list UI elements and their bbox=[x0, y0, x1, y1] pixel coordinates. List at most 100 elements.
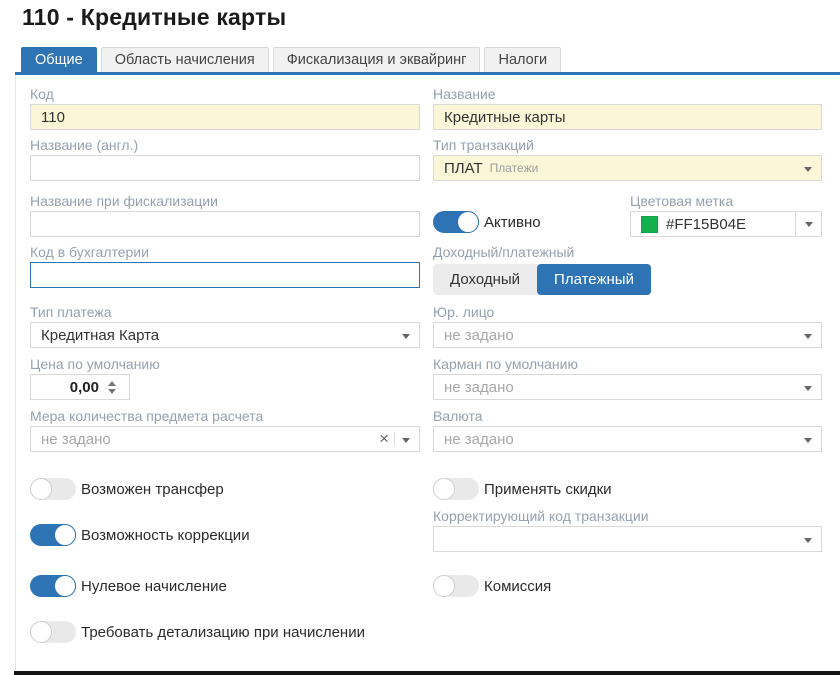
kod-label: Код bbox=[30, 86, 420, 102]
toggle-knob bbox=[30, 621, 52, 643]
karman-select[interactable]: не задано bbox=[433, 374, 822, 400]
valyuta-select[interactable]: не задано bbox=[433, 426, 822, 452]
nazvanie-label: Название bbox=[433, 86, 822, 102]
cvetovaya-metka-select[interactable]: #FF15B04E bbox=[630, 211, 822, 237]
kod-input-box bbox=[30, 104, 420, 130]
tab-obschie[interactable]: Общие bbox=[21, 47, 97, 72]
detalizaciya-toggle[interactable] bbox=[30, 621, 76, 643]
nazvanie-input-box bbox=[433, 104, 822, 130]
toggle-row-nulevoe: Нулевое начисление bbox=[30, 575, 420, 597]
field-nazvanie: Название bbox=[433, 86, 822, 130]
nazvanie-angl-input-box bbox=[30, 155, 420, 181]
field-kod-buh: Код в бухгалтерии bbox=[30, 244, 420, 288]
field-dohod-platezh: Доходный/платежный Доходный Платежный bbox=[433, 244, 822, 295]
clear-icon[interactable]: × bbox=[379, 430, 389, 448]
toggle-row-komissiya: Комиссия bbox=[433, 575, 822, 597]
kod-input[interactable] bbox=[41, 109, 409, 126]
segment-platezhny[interactable]: Платежный bbox=[537, 264, 651, 295]
korrekcia-toggle-label: Возможность коррекции bbox=[81, 527, 250, 544]
dropdown-arrow-icon bbox=[804, 538, 812, 543]
skidki-toggle[interactable] bbox=[433, 478, 479, 500]
field-cena: Цена по умолчанию 0,00 bbox=[30, 356, 420, 400]
toggle-knob bbox=[457, 211, 479, 233]
valyuta-placeholder: не задано bbox=[444, 431, 514, 448]
kod-buh-label: Код в бухгалтерии bbox=[30, 244, 420, 260]
dropdown-arrow-icon bbox=[805, 222, 813, 227]
toggle-row-detalizaciya: Требовать детализацию при начислении bbox=[30, 621, 450, 643]
tip-tranzakcij-value: ПЛАТ bbox=[444, 160, 483, 177]
tip-tranzakcij-select[interactable]: ПЛАТ Платежи bbox=[433, 155, 822, 181]
dropdown-arrow-icon[interactable] bbox=[804, 167, 812, 172]
tab-underline bbox=[15, 72, 840, 75]
toggle-knob bbox=[30, 478, 52, 500]
tip-tranzakcij-label: Тип транзакций bbox=[433, 137, 822, 153]
toggle-row-korrekcia: Возможность коррекции bbox=[30, 524, 420, 546]
tip-platezha-select[interactable]: Кредитная Карта bbox=[30, 322, 420, 348]
segment-dohodny[interactable]: Доходный bbox=[433, 264, 537, 295]
cvetovaya-metka-dropdown-button[interactable] bbox=[795, 212, 821, 236]
detalizaciya-toggle-label: Требовать детализацию при начислении bbox=[81, 624, 365, 641]
korrekcia-toggle[interactable] bbox=[30, 524, 76, 546]
nazvanie-angl-label: Название (англ.) bbox=[30, 137, 420, 153]
korr-kod-select[interactable] bbox=[433, 526, 822, 552]
nazvanie-fisk-label: Название при фискализации bbox=[30, 193, 420, 209]
toggle-row-transfer: Возможен трансфер bbox=[30, 478, 420, 500]
cvetovaya-metka-label: Цветовая метка bbox=[630, 193, 822, 209]
nazvanie-angl-input[interactable] bbox=[41, 160, 409, 177]
tip-platezha-value: Кредитная Карта bbox=[41, 327, 159, 344]
kod-buh-input-box bbox=[30, 262, 420, 288]
nulevoe-toggle-label: Нулевое начисление bbox=[81, 578, 227, 595]
toggle-knob bbox=[54, 575, 76, 597]
panel-left-border bbox=[15, 75, 16, 671]
kod-buh-input[interactable] bbox=[41, 267, 409, 284]
dohod-platezh-segmented: Доходный Платежный bbox=[433, 264, 651, 295]
yur-lico-select[interactable]: не задано bbox=[433, 322, 822, 348]
valyuta-label: Валюта bbox=[433, 408, 822, 424]
dropdown-arrow-icon[interactable] bbox=[402, 438, 410, 443]
cena-spinner[interactable]: 0,00 bbox=[30, 374, 130, 400]
aktivno-toggle-label: Активно bbox=[484, 214, 541, 231]
field-valyuta: Валюта не задано bbox=[433, 408, 822, 452]
komissiya-toggle[interactable] bbox=[433, 575, 479, 597]
dropdown-arrow-icon bbox=[402, 334, 410, 339]
nulevoe-toggle[interactable] bbox=[30, 575, 76, 597]
aktivno-toggle[interactable] bbox=[433, 211, 479, 233]
tab-bar: Общие Область начисления Фискализация и … bbox=[21, 47, 561, 72]
yur-lico-placeholder: не задано bbox=[444, 327, 514, 344]
yur-lico-label: Юр. лицо bbox=[433, 304, 822, 320]
divider bbox=[394, 432, 395, 446]
color-swatch-icon bbox=[641, 216, 658, 233]
korr-kod-label: Корректирующий код транзакции bbox=[433, 508, 822, 524]
nazvanie-input[interactable] bbox=[444, 109, 811, 126]
dohod-platezh-label: Доходный/платежный bbox=[433, 244, 822, 260]
transfer-toggle[interactable] bbox=[30, 478, 76, 500]
field-cvetovaya-metka: Цветовая метка #FF15B04E bbox=[630, 193, 822, 237]
cvetovaya-metka-value: #FF15B04E bbox=[666, 216, 746, 233]
toggle-knob bbox=[54, 524, 76, 546]
dropdown-arrow-icon bbox=[804, 438, 812, 443]
karman-label: Карман по умолчанию bbox=[433, 356, 822, 372]
tip-platezha-label: Тип платежа bbox=[30, 304, 420, 320]
tab-oblast-nachisleniya[interactable]: Область начисления bbox=[101, 47, 269, 72]
tab-nalogi[interactable]: Налоги bbox=[484, 47, 561, 72]
spin-up-icon[interactable] bbox=[108, 381, 116, 386]
transfer-toggle-label: Возможен трансфер bbox=[81, 481, 224, 498]
field-kod: Код bbox=[30, 86, 420, 130]
toggle-knob bbox=[433, 575, 455, 597]
page-title: 110 - Кредитные карты bbox=[22, 4, 286, 31]
dropdown-arrow-icon bbox=[804, 386, 812, 391]
toggle-knob bbox=[433, 478, 455, 500]
spin-down-icon[interactable] bbox=[108, 389, 116, 394]
cena-value: 0,00 bbox=[41, 379, 105, 396]
field-yur-lico: Юр. лицо не задано bbox=[433, 304, 822, 348]
mera-select[interactable]: не задано × bbox=[30, 426, 420, 452]
tip-tranzakcij-value-desc: Платежи bbox=[490, 161, 539, 175]
komissiya-toggle-label: Комиссия bbox=[484, 578, 551, 595]
nazvanie-fisk-input[interactable] bbox=[41, 216, 409, 233]
field-mera: Мера количества предмета расчета не зада… bbox=[30, 408, 420, 452]
tab-fiskalizaciya-ekvayring[interactable]: Фискализация и эквайринг bbox=[273, 47, 481, 72]
mera-label: Мера количества предмета расчета bbox=[30, 408, 420, 424]
mera-placeholder: не задано bbox=[41, 431, 111, 448]
dropdown-arrow-icon bbox=[804, 334, 812, 339]
payment-type-form: 110 - Кредитные карты Общие Область начи… bbox=[0, 0, 840, 675]
